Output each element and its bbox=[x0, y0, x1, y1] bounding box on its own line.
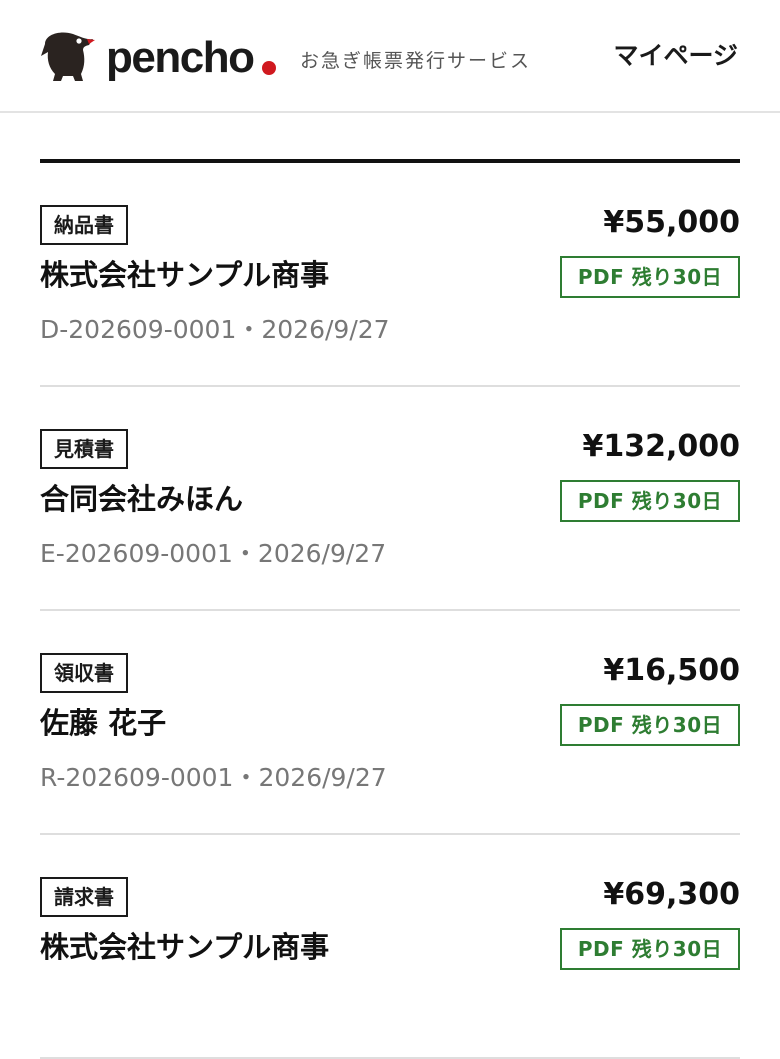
client-name: 株式会社サンプル商事 bbox=[40, 258, 330, 292]
client-name: 株式会社サンプル商事 bbox=[40, 930, 330, 964]
document-meta: R-202609-0001・2026/9/27 bbox=[40, 761, 387, 795]
document-date: 2026/9/27 bbox=[257, 539, 387, 568]
document-date: 2026/9/27 bbox=[261, 315, 390, 344]
penguin-mascot-icon[interactable] bbox=[39, 28, 97, 82]
document-item[interactable]: 見積書 ¥132,000 合同会社みほん PDF 残り30日 E-202609-… bbox=[40, 387, 740, 611]
document-date: 2026/9/27 bbox=[258, 763, 387, 792]
document-number: E-202609-0001 bbox=[40, 539, 233, 568]
document-type-badge: 領収書 bbox=[40, 653, 128, 693]
document-list: 納品書 ¥55,000 株式会社サンプル商事 PDF 残り30日 D-20260… bbox=[40, 163, 740, 1059]
pdf-status-button[interactable]: PDF 残り30日 bbox=[560, 704, 740, 746]
document-type-badge: 納品書 bbox=[40, 205, 128, 245]
pdf-status-button[interactable]: PDF 残り30日 bbox=[560, 480, 740, 522]
document-meta: E-202609-0001・2026/9/27 bbox=[40, 537, 386, 571]
document-meta: D-202609-0001・2026/9/27 bbox=[40, 313, 390, 347]
site-header: pencho お急ぎ帳票発行サービス マイページ bbox=[0, 0, 780, 113]
document-type-badge: 見積書 bbox=[40, 429, 128, 469]
document-item[interactable]: 領収書 ¥16,500 佐藤 花子 PDF 残り30日 R-202609-000… bbox=[40, 611, 740, 835]
document-number: D-202609-0001 bbox=[40, 315, 237, 344]
document-amount: ¥16,500 bbox=[603, 653, 740, 688]
document-amount: ¥55,000 bbox=[603, 205, 740, 240]
tagline: お急ぎ帳票発行サービス bbox=[300, 50, 532, 72]
meta-separator: ・ bbox=[236, 315, 262, 344]
document-item[interactable]: 請求書 ¥69,300 株式会社サンプル商事 PDF 残り30日 bbox=[40, 835, 740, 1059]
brand-name[interactable]: pencho bbox=[106, 30, 255, 86]
pdf-status-button[interactable]: PDF 残り30日 bbox=[560, 256, 740, 298]
document-number: R-202609-0001 bbox=[40, 763, 234, 792]
client-name: 佐藤 花子 bbox=[40, 706, 167, 740]
brand-dot bbox=[262, 61, 276, 75]
meta-separator: ・ bbox=[232, 539, 258, 568]
meta-separator: ・ bbox=[233, 763, 259, 792]
mypage-link[interactable]: マイページ bbox=[613, 40, 738, 72]
document-type-badge: 請求書 bbox=[40, 877, 128, 917]
pdf-status-button[interactable]: PDF 残り30日 bbox=[560, 928, 740, 970]
document-item[interactable]: 納品書 ¥55,000 株式会社サンプル商事 PDF 残り30日 D-20260… bbox=[40, 163, 740, 387]
document-amount: ¥69,300 bbox=[603, 877, 740, 912]
document-amount: ¥132,000 bbox=[582, 429, 740, 464]
client-name: 合同会社みほん bbox=[40, 482, 244, 516]
